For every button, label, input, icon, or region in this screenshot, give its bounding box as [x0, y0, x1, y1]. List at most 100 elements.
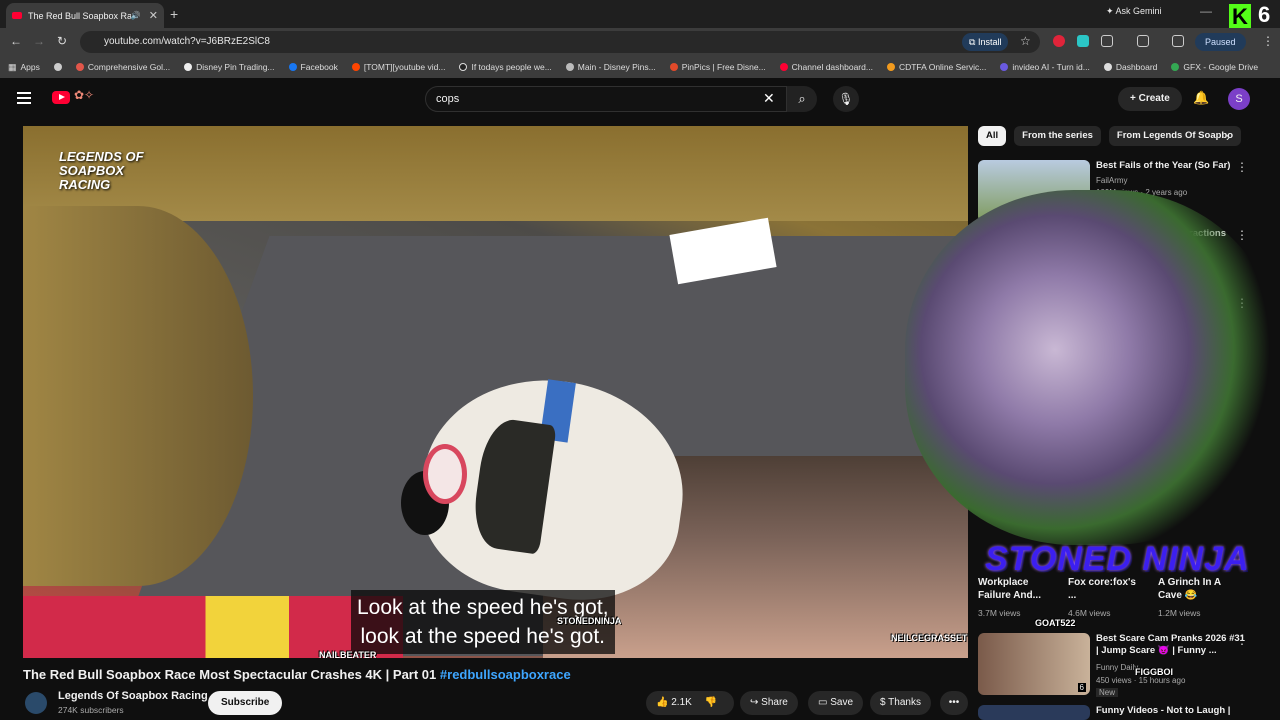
- search-input[interactable]: cops: [425, 86, 787, 112]
- account-avatar[interactable]: S: [1228, 88, 1250, 110]
- bookmark-item[interactable]: CDTFA Online Servic...: [886, 62, 987, 72]
- bookmark-label: Channel dashboard...: [791, 62, 873, 72]
- save-icon: ▭: [818, 697, 828, 708]
- youtube-icon: [779, 63, 788, 71]
- tab-title: The Red Bull Soapbox Race: [28, 10, 131, 21]
- extension-teal-icon[interactable]: [1077, 35, 1089, 47]
- bookmark-item[interactable]: Disney Pin Trading...: [184, 62, 275, 72]
- apps-icon: ▦: [8, 61, 17, 72]
- bookmark-item[interactable]: GFX - Google Drive: [1171, 62, 1258, 72]
- extensions-puzzle-icon[interactable]: [1101, 35, 1113, 47]
- minimize-icon[interactable]: —: [1200, 4, 1212, 18]
- thanks-icon: $: [880, 697, 886, 708]
- tiktok-icon: [459, 63, 468, 71]
- overlay-neil: NEILCEGRASSETYRONE: [891, 633, 968, 643]
- bookmark-item[interactable]: Comprehensive Gol...: [75, 62, 170, 72]
- google-drive-icon: [1171, 63, 1180, 71]
- close-tab-icon[interactable]: ✕: [149, 9, 158, 22]
- create-button[interactable]: + Create: [1118, 87, 1182, 111]
- more-options-icon[interactable]: ⋮: [1236, 633, 1248, 647]
- channel-name[interactable]: Legends Of Soapbox Racing: [58, 690, 208, 702]
- bookmark-item[interactable]: Dashboard: [1103, 62, 1157, 72]
- notifications-bell-icon[interactable]: 🔔: [1193, 90, 1209, 106]
- reload-icon[interactable]: ↻: [57, 34, 67, 48]
- reddit-icon: [351, 63, 360, 71]
- clear-search-icon[interactable]: ✕: [763, 90, 775, 107]
- dislike-button[interactable]: 👎: [705, 697, 717, 708]
- like-button[interactable]: 👍 2.1K: [656, 697, 692, 708]
- forward-icon[interactable]: →: [33, 34, 45, 48]
- share-button[interactable]: ↪ Share: [740, 691, 798, 715]
- subscriber-count: 274K subscribers: [58, 705, 124, 715]
- doodle-icon[interactable]: ✿✧: [74, 88, 94, 102]
- chip-all[interactable]: All: [978, 126, 1007, 146]
- more-horizontal-icon: •••: [948, 697, 960, 708]
- more-options-icon[interactable]: ⋮: [1236, 160, 1248, 174]
- thanks-button[interactable]: $ Thanks: [870, 691, 931, 715]
- bookmark-item[interactable]: ▦ Apps: [8, 62, 40, 73]
- bookmark-item[interactable]: invideo AI - Turn id...: [1000, 62, 1090, 72]
- bookmark-favicon-icon: [1103, 63, 1112, 71]
- chevron-right-icon[interactable]: ›: [1226, 130, 1230, 144]
- menu-icon[interactable]: [17, 92, 31, 104]
- install-button[interactable]: ⧉ Install: [962, 33, 1009, 51]
- search-button[interactable]: ⌕: [787, 86, 817, 112]
- bookmark-item[interactable]: [TOMT][youtube vid...: [351, 62, 445, 72]
- youtube-header: ✿✧ cops ✕ ⌕ 🎙 + Create 🔔 S: [0, 78, 1280, 122]
- address-bar[interactable]: youtube.com/watch?v=J6BRzE2SlC8: [80, 31, 1040, 53]
- mic-icon: 🎙: [838, 92, 854, 106]
- bookmark-label: Apps: [20, 62, 40, 72]
- ask-gemini-label: Ask Gemini: [1115, 6, 1162, 16]
- stoned-ninja-banner: STONED NINJA: [985, 540, 1250, 578]
- video-thumbnail: [978, 705, 1090, 720]
- browser-menu-icon[interactable]: ⋮: [1262, 34, 1274, 48]
- extension-red-icon[interactable]: [1053, 35, 1065, 47]
- install-label: Install: [977, 37, 1002, 47]
- bookmark-favicon-icon: [886, 63, 895, 71]
- bookmark-label: Facebook: [300, 62, 338, 72]
- bookmark-star-icon[interactable]: ☆: [1020, 34, 1031, 48]
- chip-series[interactable]: From the series: [1014, 126, 1101, 146]
- youtube-favicon-icon: [12, 12, 22, 19]
- back-icon[interactable]: ←: [10, 34, 22, 48]
- voice-search-button[interactable]: 🎙: [833, 86, 859, 112]
- more-options-icon[interactable]: ⋮: [1236, 228, 1248, 242]
- new-tab-icon[interactable]: +: [170, 6, 178, 22]
- short-title[interactable]: Fox core:fox's ...: [1068, 576, 1138, 602]
- recommendation-item[interactable]: Funny Videos - Not to Laugh |: [978, 705, 1268, 720]
- bookmark-item[interactable]: Main - Disney Pins...: [565, 62, 656, 72]
- overlay-figgboi: FIGGBOI: [1135, 667, 1173, 677]
- youtube-logo[interactable]: [52, 91, 70, 104]
- short-title[interactable]: Workplace Failure And...: [978, 576, 1058, 602]
- ask-gemini-button[interactable]: ✦ Ask Gemini: [1106, 6, 1162, 17]
- channel-avatar[interactable]: [25, 692, 47, 714]
- hashtag-link[interactable]: #redbullsoapboxrace: [440, 667, 571, 682]
- subscribe-button[interactable]: Subscribe: [208, 691, 283, 715]
- short-title[interactable]: A Grinch In A Cave 😂: [1158, 576, 1238, 602]
- more-actions-button[interactable]: •••: [940, 691, 968, 715]
- bookmark-item[interactable]: PinPics | Free Disne...: [669, 62, 766, 72]
- bookmark-item[interactable]: Channel dashboard...: [779, 62, 873, 72]
- video-player[interactable]: LEGENDS OF SOAPBOX RACING Look at the sp…: [23, 126, 968, 658]
- recommendation-item[interactable]: 6 Best Scare Cam Pranks 2026 #31 | Jump …: [978, 633, 1268, 697]
- bookmark-item[interactable]: Facebook: [288, 62, 338, 72]
- profile-paused-button[interactable]: Paused: [1195, 33, 1246, 51]
- short-views: 3.7M views: [978, 608, 1021, 618]
- bookmark-label: CDTFA Online Servic...: [898, 62, 987, 72]
- save-label: Save: [830, 697, 854, 708]
- bookmark-favicon-icon: [669, 63, 678, 71]
- track-kerb: [23, 596, 403, 658]
- bookmark-label: GFX - Google Drive: [1183, 62, 1259, 72]
- media-control-icon[interactable]: [1172, 35, 1184, 47]
- bookmark-item[interactable]: If todays people we...: [459, 62, 552, 72]
- bookmarks-bar: ▦ Apps Comprehensive Gol... Disney Pin Tr…: [0, 56, 1280, 78]
- screen-cast-icon[interactable]: [1137, 35, 1149, 47]
- bookmark-favicon-icon: [565, 63, 574, 71]
- audio-icon[interactable]: 🔊: [131, 11, 141, 20]
- chip-channel[interactable]: From Legends Of Soapbo: [1108, 126, 1242, 146]
- save-button[interactable]: ▭ Save: [808, 691, 864, 715]
- tab-active[interactable]: The Red Bull Soapbox Race 🔊 ✕: [6, 3, 164, 28]
- rec-meta: 450 views · 15 hours ago: [1096, 676, 1186, 685]
- bookmark-item[interactable]: [53, 63, 62, 71]
- rec-title: Best Fails of the Year (So Far): [1096, 160, 1231, 171]
